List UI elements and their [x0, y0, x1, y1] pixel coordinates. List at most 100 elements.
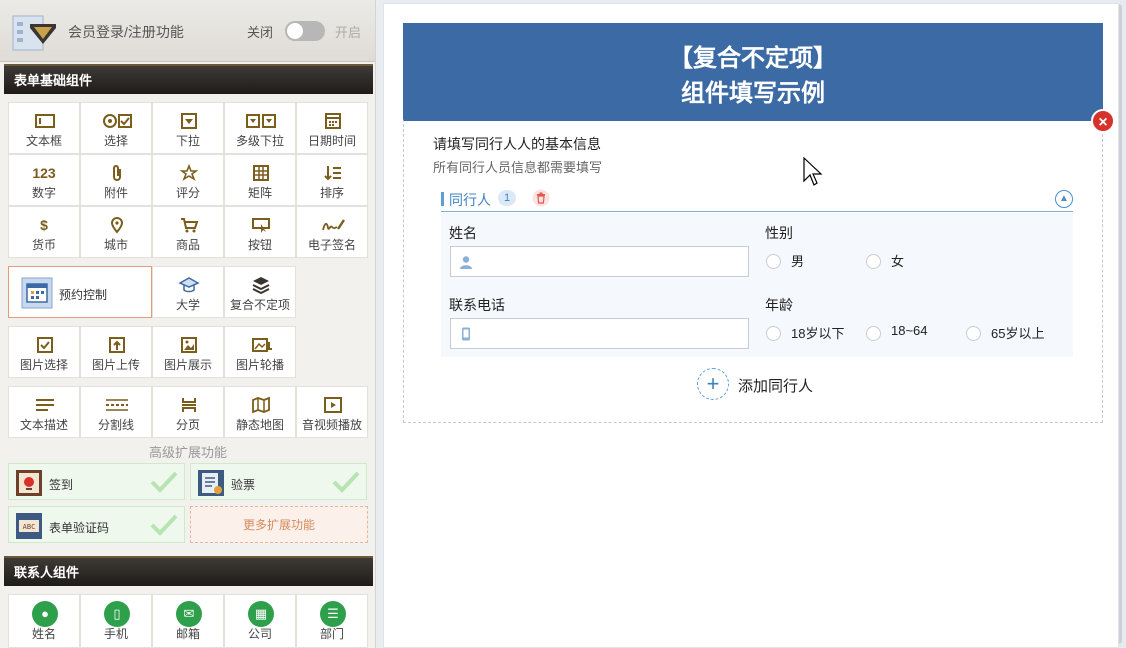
radio-circle [966, 326, 981, 341]
radio-circle [866, 326, 881, 341]
radio-circle [766, 326, 781, 341]
component-signature[interactable]: 电子签名 [296, 206, 368, 258]
companion-group-header: 同行人 1 ▲ [441, 186, 1073, 212]
image-select-icon [37, 337, 53, 353]
component-dropdown[interactable]: 下拉 [152, 102, 224, 154]
number-icon: 123 [32, 165, 56, 181]
component-title: 请填写同行人人的基本信息 [433, 136, 601, 152]
phone-field-label: 联系电话 [449, 297, 505, 313]
more-extensions-button[interactable]: 更多扩展功能 [190, 506, 368, 543]
name-input[interactable] [450, 246, 749, 277]
toggle-off-label: 关闭 [247, 25, 274, 40]
component-textbox[interactable]: 文本框 [8, 102, 80, 154]
check-icon [150, 514, 178, 536]
dropdown-icon [181, 113, 197, 129]
mail-icon: ✉ [176, 601, 202, 627]
star-icon [179, 164, 199, 181]
member-login-title: 会员登录/注册功能 [68, 24, 184, 40]
add-companion-label[interactable]: 添加同行人 [738, 375, 813, 396]
select-icon [103, 114, 132, 128]
check-icon [332, 471, 360, 493]
component-number[interactable]: 123 数字 [8, 154, 80, 206]
component-attachment[interactable]: 附件 [80, 154, 152, 206]
image-upload-icon [109, 337, 125, 353]
remove-component-button[interactable]: × [1091, 109, 1115, 133]
component-button[interactable]: 按钮 [224, 206, 296, 258]
component-matrix[interactable]: 矩阵 [224, 154, 296, 206]
phone-input[interactable] [450, 318, 749, 349]
component-divider[interactable]: 分割线 [80, 386, 152, 438]
component-rating[interactable]: 评分 [152, 154, 224, 206]
company-icon: ▦ [248, 601, 274, 627]
advanced-checkin[interactable]: 签到 [8, 463, 185, 500]
phone-icon: ▯ [104, 601, 130, 627]
attachment-icon [113, 165, 121, 181]
banner-title-line-1: 【复合不定项】 [669, 45, 837, 72]
toggle-on-label: 开启 [335, 25, 362, 40]
radio-circle [866, 254, 881, 269]
component-text-description[interactable]: 文本描述 [8, 386, 80, 438]
text-desc-icon [36, 399, 54, 411]
form-banner: 【复合不定项】 组件填写示例 [403, 23, 1103, 119]
component-datetime[interactable]: 日期时间 [296, 102, 368, 154]
component-image-select[interactable]: 图片选择 [8, 326, 80, 378]
component-pagination[interactable]: 分页 [152, 386, 224, 438]
phone-icon [462, 327, 470, 341]
component-appointment-control[interactable]: 预约控制 [8, 266, 152, 318]
textbox-icon [35, 114, 55, 128]
component-sort[interactable]: 排序 [296, 154, 368, 206]
component-static-map[interactable]: 静态地图 [224, 386, 296, 438]
component-multi-dropdown[interactable]: 多级下拉 [224, 102, 296, 154]
group-accent-bar [441, 192, 444, 206]
component-select[interactable]: 选择 [80, 102, 152, 154]
member-login-bar: 会员登录/注册功能 关闭 开启 [0, 0, 375, 62]
divider-icon [106, 399, 128, 411]
member-toggle-switch[interactable] [285, 21, 325, 41]
component-product[interactable]: 商品 [152, 206, 224, 258]
contact-phone[interactable]: ▯ 手机 [80, 594, 152, 648]
advanced-ticket-check[interactable]: 验票 [190, 463, 367, 500]
contact-email[interactable]: ✉ 邮箱 [152, 594, 224, 648]
component-currency[interactable]: $ 货币 [8, 206, 80, 258]
advanced-form-captcha[interactable]: ABC 表单验证码 [8, 506, 185, 543]
contact-company[interactable]: ▦ 公司 [224, 594, 296, 648]
component-image-carousel[interactable]: 图片轮播 [224, 326, 296, 378]
cart-icon [181, 218, 199, 233]
group-count-badge: 1 [498, 190, 516, 206]
component-image-display[interactable]: 图片展示 [152, 326, 224, 378]
trash-icon[interactable] [532, 189, 550, 207]
currency-icon: $ [40, 217, 48, 233]
university-icon [178, 277, 200, 293]
toggle-knob [287, 23, 303, 39]
diamond-logo-icon [12, 15, 56, 51]
svg-text:ABC: ABC [23, 523, 36, 531]
component-image-upload[interactable]: 图片上传 [80, 326, 152, 378]
contact-name[interactable]: ● 姓名 [8, 594, 80, 648]
signature-icon [322, 219, 345, 231]
contact-department[interactable]: ☰ 部门 [296, 594, 368, 648]
media-play-icon [324, 397, 342, 413]
layers-icon [252, 277, 270, 294]
advanced-section-title: 高级扩展功能 [148, 445, 227, 460]
add-companion-icon[interactable]: + [697, 368, 729, 400]
component-compound-multi[interactable]: 复合不定项 [224, 266, 296, 318]
component-media-player[interactable]: 音视频播放 [296, 386, 368, 438]
component-panel: 会员登录/注册功能 关闭 开启 表单基础组件 文本框 选择 下拉 多级下拉 日期… [0, 0, 376, 648]
image-carousel-icon [252, 338, 272, 352]
chevron-up-icon[interactable]: ▲ [1055, 190, 1073, 208]
ticket-check-icon [198, 470, 224, 496]
check-icon [150, 471, 178, 493]
map-icon [252, 396, 270, 414]
appointment-label: 预约控制 [59, 288, 108, 302]
component-university[interactable]: 大学 [152, 266, 224, 318]
basic-components-header: 表单基础组件 [4, 64, 373, 94]
contact-components-header: 联系人组件 [4, 556, 373, 586]
appointment-calendar-icon [21, 277, 53, 309]
checkin-icon [16, 470, 42, 496]
person-icon [460, 256, 472, 269]
matrix-icon [253, 165, 269, 181]
age-field-label: 年龄 [765, 297, 793, 313]
component-city[interactable]: 城市 [80, 206, 152, 258]
department-icon: ☰ [320, 601, 346, 627]
multi-dropdown-icon [246, 114, 276, 128]
